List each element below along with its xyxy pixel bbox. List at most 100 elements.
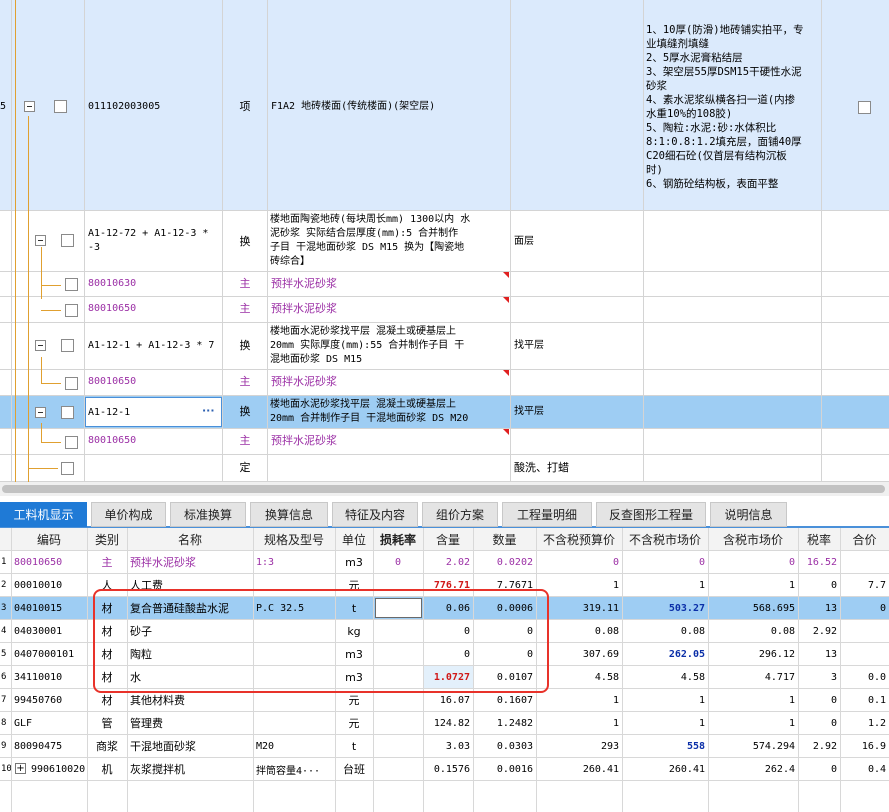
row-checkbox[interactable] [65, 278, 78, 291]
cell-budget-price[interactable]: 1 [536, 574, 622, 596]
row-checkbox[interactable] [61, 406, 74, 419]
scrollbar-thumb[interactable] [2, 485, 885, 493]
col-header-name[interactable]: 名称 [127, 528, 253, 550]
cell-tax-rate[interactable]: 0 [798, 712, 840, 734]
col-header-market-price[interactable]: 不含税市场价 [622, 528, 708, 550]
cell-total[interactable] [840, 620, 889, 642]
col-header-category[interactable]: 类别 [87, 528, 127, 550]
col-header-total[interactable]: 合价 [840, 528, 889, 550]
cell-category[interactable]: 管 [87, 712, 127, 734]
table-row-selected[interactable]: A1-12-1 ··· 换 楼地面水泥砂浆找平层 混凝土或硬基层上 20mm 合… [0, 396, 889, 429]
cell-budget-price[interactable]: 293 [536, 735, 622, 757]
row-checkbox[interactable] [61, 462, 74, 475]
cell-tax-market-price[interactable]: 296.12 [708, 643, 798, 665]
cell-total[interactable] [840, 551, 889, 573]
cell-name[interactable]: 干混地面砂浆 [127, 735, 253, 757]
cell-tax-rate[interactable]: 2.92 [798, 620, 840, 642]
table-row[interactable]: 定 酸洗、打蜡 [0, 455, 889, 482]
cell-code[interactable]: 04010015 [11, 597, 87, 619]
table-row[interactable]: 10 990610020 机灰浆搅拌机 拌筒容量4··· 台班 0.1576 0.0016 2… [0, 758, 889, 781]
cell-quantity[interactable]: 1.2482 [473, 712, 536, 734]
cell-category[interactable]: 主 [87, 551, 127, 573]
cell-code[interactable]: 34110010 [11, 666, 87, 688]
tab-standard-conversion[interactable]: 标准换算 [170, 502, 246, 527]
col-header-tax-rate[interactable]: 税率 [798, 528, 840, 550]
row-checkbox[interactable] [61, 339, 74, 352]
cell-tax-market-price[interactable]: 574.294 [708, 735, 798, 757]
cell-unit[interactable]: 台班 [335, 758, 373, 780]
cell-content[interactable]: 3.03 [423, 735, 473, 757]
cell-tax-market-price[interactable]: 0.08 [708, 620, 798, 642]
cell-total[interactable] [840, 643, 889, 665]
row-checkbox-right[interactable] [858, 101, 871, 114]
cell-tax-market-price[interactable]: 0 [708, 551, 798, 573]
cell-market-price[interactable]: 262.05 [622, 643, 708, 665]
table-row[interactable]: 80010650 主 预拌水泥砂浆 [0, 429, 889, 455]
row-checkbox[interactable] [61, 234, 74, 247]
cell-content[interactable]: 2.02 [423, 551, 473, 573]
cell-market-price[interactable]: 4.58 [622, 666, 708, 688]
cell-total[interactable]: 16.9 [840, 735, 889, 757]
cell-tax-market-price[interactable]: 262.4 [708, 758, 798, 780]
table-row[interactable]: 80010650 主 预拌水泥砂浆 [0, 297, 889, 323]
row-checkbox[interactable] [54, 100, 67, 113]
cell-budget-price[interactable]: 1 [536, 689, 622, 711]
collapse-icon[interactable] [24, 101, 35, 112]
cell-unit[interactable]: t [335, 735, 373, 757]
table-row[interactable]: 5 011102003005 项 F1A2 地砖楼面(传统楼面)(架空层) 1、… [0, 0, 889, 211]
cell-content[interactable]: 124.82 [423, 712, 473, 734]
cell-unit[interactable]: 元 [335, 712, 373, 734]
row-checkbox[interactable] [65, 304, 78, 317]
cell-quantity[interactable]: 0.0303 [473, 735, 536, 757]
tab-labor-material-machine[interactable]: 工料机显示 [0, 502, 87, 527]
cell-code[interactable]: GLF [11, 712, 87, 734]
cell-market-price[interactable]: 1 [622, 689, 708, 711]
cell-total[interactable]: 0.0 [840, 666, 889, 688]
cell-quantity[interactable]: 0.0016 [473, 758, 536, 780]
col-header-loss-rate[interactable]: 损耗率 [373, 528, 423, 550]
col-header-quantity[interactable]: 数量 [473, 528, 536, 550]
more-icon[interactable]: ··· [202, 404, 215, 417]
cell-market-price[interactable]: 1 [622, 712, 708, 734]
cell-spec[interactable]: 1:3 [253, 551, 335, 573]
cell-total[interactable]: 0.4 [840, 758, 889, 780]
cell-tax-market-price[interactable]: 1 [708, 689, 798, 711]
cell-loss-rate[interactable] [373, 712, 423, 734]
cell-tax-rate[interactable]: 13 [798, 643, 840, 665]
col-header-tax-market-price[interactable]: 含税市场价 [708, 528, 798, 550]
cell-category[interactable]: 机 [87, 758, 127, 780]
collapse-icon[interactable] [35, 407, 46, 418]
col-header-code[interactable]: 编码 [11, 528, 87, 550]
cell-name[interactable]: 预拌水泥砂浆 [127, 551, 253, 573]
cell-total[interactable]: 0.1 [840, 689, 889, 711]
cell-budget-price[interactable]: 260.41 [536, 758, 622, 780]
cell-total[interactable]: 7.7 [840, 574, 889, 596]
cell-tax-market-price[interactable]: 1 [708, 712, 798, 734]
cell-unit[interactable]: m3 [335, 551, 373, 573]
table-row[interactable]: 80010650 主 预拌水泥砂浆 [0, 370, 889, 396]
table-row[interactable]: A1-12-1 + A1-12-3 * 7 换 楼地面水泥砂浆找平层 混凝土或硬… [0, 323, 889, 370]
horizontal-scrollbar[interactable] [0, 482, 889, 496]
cell-budget-price[interactable]: 0 [536, 551, 622, 573]
cell-tax-rate[interactable]: 3 [798, 666, 840, 688]
col-header-spec[interactable]: 规格及型号 [253, 528, 335, 550]
cell-market-price[interactable]: 503.27 [622, 597, 708, 619]
tab-features-content[interactable]: 特征及内容 [332, 502, 418, 527]
cell-total[interactable]: 0 [840, 597, 889, 619]
cell-tax-market-price[interactable]: 568.695 [708, 597, 798, 619]
cell-code[interactable]: 04030001 [11, 620, 87, 642]
cell-tax-rate[interactable]: 2.92 [798, 735, 840, 757]
expand-icon[interactable]: + [15, 763, 26, 774]
cell-spec[interactable] [253, 712, 335, 734]
col-header-unit[interactable]: 单位 [335, 528, 373, 550]
cell-budget-price[interactable]: 1 [536, 712, 622, 734]
cell-market-price[interactable]: 1 [622, 574, 708, 596]
table-row[interactable]: 8 GLF 管管理费元 124.82 1.2482 1 1 1 0 1.2 [0, 712, 889, 735]
cell-tax-rate[interactable]: 0 [798, 758, 840, 780]
cell-code[interactable]: 80010650 [11, 551, 87, 573]
cell-code[interactable]: 0407000101 [11, 643, 87, 665]
cell-tax-market-price[interactable]: 1 [708, 574, 798, 596]
col-header-budget-price[interactable]: 不含税预算价 [536, 528, 622, 550]
cell-market-price[interactable]: 0 [622, 551, 708, 573]
cell-spec[interactable]: 拌筒容量4··· [253, 758, 335, 780]
